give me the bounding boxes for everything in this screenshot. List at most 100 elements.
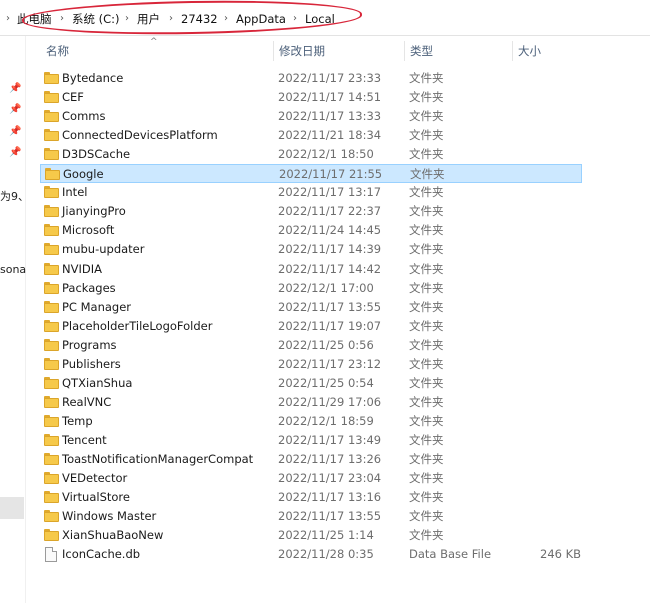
address-bar[interactable]: › 此电脑 › 系统 (C:) › 用户 › 27432 › AppData ›…	[0, 0, 650, 37]
file-row[interactable]: Packages 2022/12/1 17:00 文件夹	[40, 279, 582, 298]
file-name: PlaceholderTileLogoFolder	[62, 319, 213, 333]
breadcrumb-users[interactable]: 用户	[137, 11, 160, 27]
column-header-name[interactable]: 名称	[40, 38, 272, 64]
folder-icon	[44, 529, 59, 541]
folder-icon	[44, 339, 59, 351]
chevron-right-icon[interactable]: ›	[125, 11, 129, 27]
file-row[interactable]: VEDetector 2022/11/17 23:04 文件夹	[40, 469, 582, 488]
file-row[interactable]: QTXianShua 2022/11/25 0:54 文件夹	[40, 374, 582, 393]
file-row[interactable]: mubu-updater 2022/11/17 14:39 文件夹	[40, 240, 582, 259]
column-header-type[interactable]: 类型	[404, 38, 512, 64]
modified-date: 2022/11/17 23:33	[278, 71, 382, 85]
file-row[interactable]: ToastNotificationManagerCompat 2022/11/17…	[40, 450, 582, 469]
file-row[interactable]: Programs 2022/11/25 0:56 文件夹	[40, 336, 582, 355]
file-type: 文件夹	[409, 528, 444, 542]
file-row[interactable]: Temp 2022/12/1 18:59 文件夹	[40, 412, 582, 431]
file-row[interactable]: RealVNC 2022/11/29 17:06 文件夹	[40, 393, 582, 412]
file-type: 文件夹	[409, 185, 444, 199]
file-row[interactable]: VirtualStore 2022/11/17 13:16 文件夹	[40, 488, 582, 507]
file-name: IconCache.db	[62, 547, 141, 561]
file-name: Programs	[62, 338, 117, 352]
file-type: 文件夹	[409, 509, 444, 523]
file-type: 文件夹	[409, 376, 444, 390]
chevron-right-icon[interactable]: ›	[60, 11, 64, 27]
modified-date: 2022/12/1 17:00	[278, 281, 374, 295]
column-header-row: 名称 修改日期 类型 大小	[40, 38, 650, 64]
file-row[interactable]: XianShuaBaoNew 2022/11/25 1:14 文件夹	[40, 526, 582, 545]
modified-date: 2022/11/17 23:12	[278, 357, 382, 371]
file-row[interactable]: Bytedance 2022/11/17 23:33 文件夹	[40, 69, 582, 88]
folder-icon	[44, 224, 59, 236]
pin-icon[interactable]: 📌	[9, 83, 21, 95]
folder-icon	[44, 91, 59, 103]
file-name: Bytedance	[62, 71, 124, 85]
navigation-pane[interactable]: 📌 📌 📌 📌 为9、 sona	[0, 36, 26, 603]
folder-icon	[44, 453, 59, 465]
folder-icon	[44, 301, 59, 313]
file-type: 文件夹	[410, 167, 445, 181]
file-type: 文件夹	[409, 395, 444, 409]
file-type: 文件夹	[409, 242, 444, 256]
file-row[interactable]: PC Manager 2022/11/17 13:55 文件夹	[40, 298, 582, 317]
folder-icon	[44, 129, 59, 141]
pin-icon[interactable]: 📌	[9, 104, 21, 116]
chevron-right-icon[interactable]: ›	[224, 11, 228, 27]
breadcrumb-this-pc[interactable]: 此电脑	[17, 11, 52, 27]
file-name: Publishers	[62, 357, 121, 371]
file-type: 文件夹	[409, 281, 444, 295]
file-type: 文件夹	[409, 433, 444, 447]
nav-item-label[interactable]: sona	[0, 263, 26, 276]
file-type: 文件夹	[409, 147, 444, 161]
chevron-right-icon[interactable]: ›	[293, 11, 297, 27]
pin-icon[interactable]: 📌	[9, 126, 21, 138]
file-row[interactable]: Windows Master 2022/11/17 13:55 文件夹	[40, 507, 582, 526]
file-row[interactable]: Comms 2022/11/17 13:33 文件夹	[40, 107, 582, 126]
chevron-right-icon[interactable]: ›	[6, 11, 10, 27]
nav-item-label[interactable]: 为9、	[0, 188, 26, 204]
breadcrumb-local[interactable]: Local	[305, 11, 335, 27]
modified-date: 2022/11/17 14:42	[278, 262, 382, 276]
file-name: Comms	[62, 109, 106, 123]
file-row[interactable]: CEF 2022/11/17 14:51 文件夹	[40, 88, 582, 107]
nav-item-selected[interactable]	[0, 497, 24, 519]
file-name: RealVNC	[62, 395, 112, 409]
chevron-right-icon[interactable]: ›	[169, 11, 173, 27]
modified-date: 2022/11/25 1:14	[278, 528, 374, 542]
breadcrumb-user-folder[interactable]: 27432	[181, 11, 218, 27]
modified-date: 2022/11/21 18:34	[278, 128, 382, 142]
modified-date: 2022/11/17 21:55	[279, 167, 383, 181]
file-row[interactable]: Publishers 2022/11/17 23:12 文件夹	[40, 355, 582, 374]
file-row[interactable]: Tencent 2022/11/17 13:49 文件夹	[40, 431, 582, 450]
file-row[interactable]: NVIDIA 2022/11/17 14:42 文件夹	[40, 260, 582, 279]
folder-icon	[44, 110, 59, 122]
file-row[interactable]: PlaceholderTileLogoFolder 2022/11/17 19:0…	[40, 317, 582, 336]
file-type: 文件夹	[409, 319, 444, 333]
modified-date: 2022/11/17 23:04	[278, 471, 382, 485]
file-row[interactable]: ConnectedDevicesPlatform 2022/11/21 18:34…	[40, 126, 582, 145]
modified-date: 2022/11/17 13:55	[278, 300, 382, 314]
modified-date: 2022/11/17 13:16	[278, 490, 382, 504]
file-type: Data Base File	[409, 547, 492, 561]
pin-icon[interactable]: 📌	[9, 147, 21, 159]
modified-date: 2022/11/25 0:56	[278, 338, 374, 352]
file-name: JianyingPro	[62, 204, 126, 218]
file-type: 文件夹	[409, 490, 444, 504]
breadcrumb-appdata[interactable]: AppData	[236, 11, 286, 27]
file-row[interactable]: Google 2022/11/17 21:55 文件夹	[40, 164, 582, 183]
column-header-date[interactable]: 修改日期	[273, 38, 403, 64]
file-row[interactable]: Microsoft 2022/11/24 14:45 文件夹	[40, 221, 582, 240]
file-name: ToastNotificationManagerCompat	[62, 452, 254, 466]
file-type: 文件夹	[409, 71, 444, 85]
file-row[interactable]: D3DSCache 2022/12/1 18:50 文件夹	[40, 145, 582, 164]
column-header-size[interactable]: 大小	[512, 38, 602, 64]
breadcrumb-drive-c[interactable]: 系统 (C:)	[72, 11, 120, 27]
modified-date: 2022/11/17 13:55	[278, 509, 382, 523]
file-row[interactable]: Intel 2022/11/17 13:17 文件夹	[40, 183, 582, 202]
file-row[interactable]: JianyingPro 2022/11/17 22:37 文件夹	[40, 202, 582, 221]
folder-icon	[44, 434, 59, 446]
file-type: 文件夹	[409, 90, 444, 104]
file-name: VEDetector	[62, 471, 128, 485]
folder-icon	[44, 396, 59, 408]
file-row[interactable]: IconCache.db 2022/11/28 0:35 Data Base Fil…	[40, 545, 582, 564]
file-name: Tencent	[62, 433, 107, 447]
